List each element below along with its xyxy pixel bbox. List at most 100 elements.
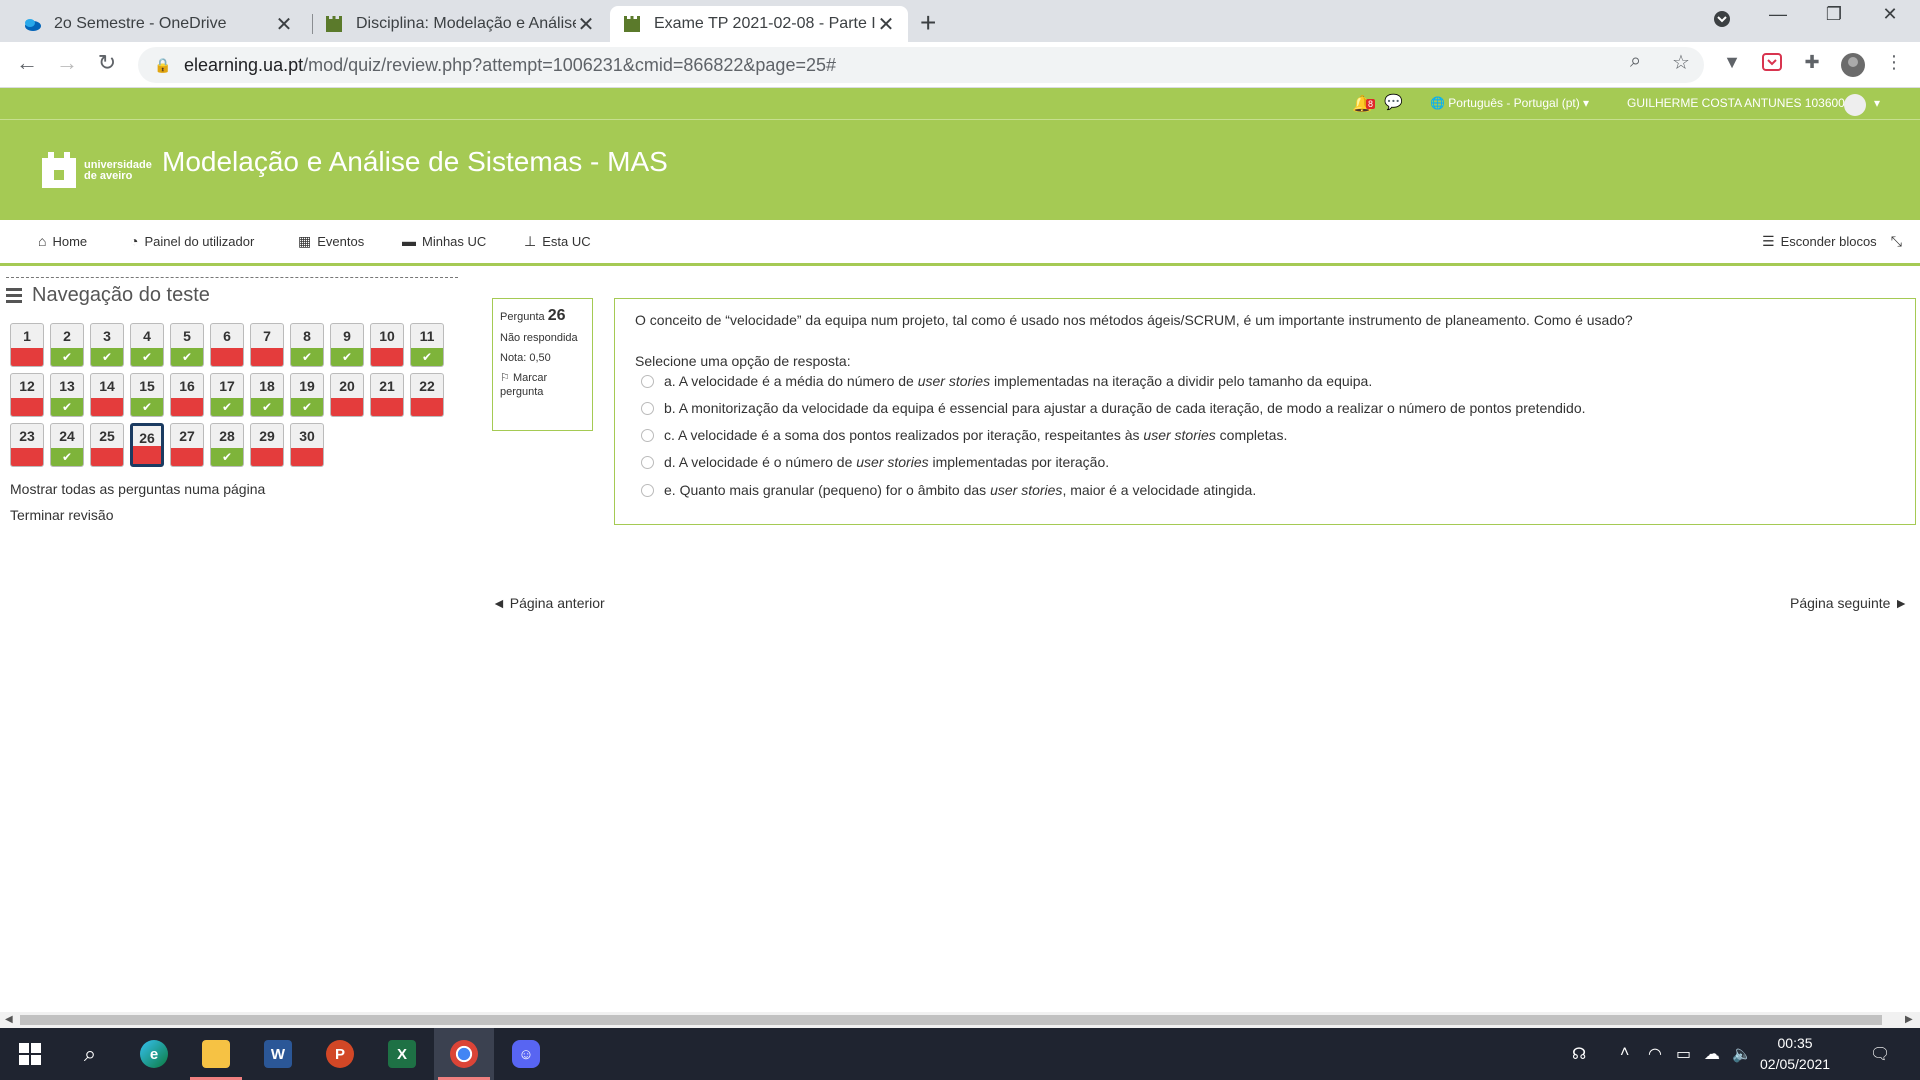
bookmark-star-icon[interactable]: ☆ [1672, 50, 1690, 75]
scrollbar-thumb[interactable] [20, 1015, 1882, 1025]
answer-option[interactable]: d. A velocidade é o número de user stori… [641, 454, 1109, 470]
question-nav-button[interactable]: 30 [290, 423, 324, 467]
scroll-right-icon[interactable]: ▶ [1905, 1014, 1913, 1025]
people-icon[interactable]: ☊ [1572, 1044, 1586, 1064]
volume-icon[interactable]: 🔈 [1732, 1044, 1752, 1064]
zoom-icon[interactable]: ⌕ [1630, 50, 1641, 73]
minimize-button[interactable]: — [1758, 4, 1798, 25]
profile-avatar-icon[interactable] [1840, 52, 1865, 77]
discord-taskbar-item[interactable]: ☺ [496, 1028, 556, 1080]
tab-course[interactable]: Disciplina: Modelação e Análise d ✕ [312, 6, 608, 42]
question-nav-button[interactable]: 27 [170, 423, 204, 467]
show-all-questions-link[interactable]: Mostrar todas as perguntas numa página [10, 481, 265, 497]
address-bar[interactable]: 🔒 elearning.ua.pt/mod/quiz/review.php?at… [138, 47, 1704, 83]
nav-events[interactable]: ▦ Eventos [298, 233, 364, 250]
chevron-up-icon[interactable]: ˄ [1620, 1044, 1629, 1062]
question-nav-button[interactable]: 1 [10, 323, 44, 367]
file-explorer-taskbar-item[interactable] [186, 1028, 246, 1080]
nav-dashboard[interactable]: ◔ Painel do utilizador [130, 233, 254, 249]
flag-question-button[interactable]: ⚐ Marcar pergunta [500, 371, 585, 399]
next-page-link[interactable]: Página seguinte ► [1790, 595, 1908, 611]
nav-this-course[interactable]: ⊥ Esta UC [524, 233, 591, 250]
question-nav-button[interactable]: 19 ✔ [290, 373, 324, 417]
reload-button[interactable]: ↻ [92, 50, 122, 76]
question-nav-button[interactable]: 25 [90, 423, 124, 467]
back-button[interactable]: ← [12, 50, 42, 76]
question-nav-button[interactable]: 6 [210, 323, 244, 367]
question-nav-button[interactable]: 17 ✔ [210, 373, 244, 417]
browser-menu-icon[interactable]: ⋮ [1882, 52, 1906, 76]
question-nav-button[interactable]: 8 ✔ [290, 323, 324, 367]
previous-page-link[interactable]: ◄ Página anterior [492, 595, 605, 611]
page-title[interactable]: Modelação e Análise de Sistemas - MAS [162, 146, 668, 178]
question-nav-button[interactable]: 26 [130, 423, 164, 467]
tab-search-icon[interactable] [1702, 10, 1742, 33]
hide-blocks-button[interactable]: ☰ Esconder blocos ⤡ [1762, 233, 1902, 250]
close-icon[interactable]: ✕ [576, 12, 596, 37]
tab-exam[interactable]: Exame TP 2021-02-08 - Parte I (E ✕ [610, 6, 908, 42]
question-nav-button[interactable]: 7 [250, 323, 284, 367]
answer-radio[interactable] [641, 428, 654, 442]
action-center-icon[interactable]: 🗨 [1870, 1044, 1890, 1064]
messages-icon[interactable]: 💬 [1384, 93, 1403, 111]
nav-home[interactable]: ⌂ Home [38, 233, 87, 249]
question-nav-button[interactable]: 9 ✔ [330, 323, 364, 367]
question-nav-button[interactable]: 12 [10, 373, 44, 417]
question-nav-button[interactable]: 3 ✔ [90, 323, 124, 367]
system-clock[interactable]: 00:35 02/05/2021 [1760, 1033, 1830, 1075]
restore-button[interactable]: ❐ [1814, 4, 1854, 25]
close-icon[interactable]: ✕ [274, 12, 294, 37]
question-nav-button[interactable]: 4 ✔ [130, 323, 164, 367]
edge-taskbar-item[interactable]: e [124, 1028, 184, 1080]
user-avatar[interactable] [1844, 94, 1866, 116]
answer-option[interactable]: b. A monitorização da velocidade da equi… [641, 400, 1586, 416]
answer-option[interactable]: e. Quanto mais granular (pequeno) for o … [641, 482, 1256, 498]
question-nav-button[interactable]: 16 [170, 373, 204, 417]
start-button[interactable] [0, 1028, 60, 1080]
horizontal-scrollbar[interactable]: ◀ ▶ [0, 1012, 1920, 1028]
question-nav-button[interactable]: 29 [250, 423, 284, 467]
answer-radio[interactable] [641, 374, 654, 388]
question-nav-button[interactable]: 20 [330, 373, 364, 417]
answer-radio[interactable] [641, 483, 654, 497]
hamburger-icon[interactable] [6, 285, 22, 306]
extension-v-icon[interactable]: ▼ [1720, 52, 1744, 76]
question-nav-button[interactable]: 21 [370, 373, 404, 417]
university-logo-icon[interactable] [42, 152, 76, 188]
question-nav-button[interactable]: 11 ✔ [410, 323, 444, 367]
tab-onedrive[interactable]: 2o Semestre - OneDrive ✕ [10, 6, 306, 42]
question-nav-button[interactable]: 14 [90, 373, 124, 417]
question-nav-button[interactable]: 23 [10, 423, 44, 467]
finish-review-link[interactable]: Terminar revisão [10, 507, 113, 523]
question-nav-button[interactable]: 5 ✔ [170, 323, 204, 367]
answer-option[interactable]: c. A velocidade é a soma dos pontos real… [641, 427, 1287, 443]
window-close-button[interactable]: ✕ [1870, 4, 1910, 25]
question-nav-button[interactable]: 2 ✔ [50, 323, 84, 367]
scroll-left-icon[interactable]: ◀ [5, 1014, 13, 1025]
word-taskbar-item[interactable]: W [248, 1028, 308, 1080]
new-tab-button[interactable]: + [920, 7, 936, 39]
question-nav-button[interactable]: 13 ✔ [50, 373, 84, 417]
onedrive-cloud-icon[interactable]: ☁ [1704, 1044, 1720, 1064]
user-name[interactable]: GUILHERME COSTA ANTUNES 103600 [1627, 96, 1845, 110]
answer-radio[interactable] [641, 401, 654, 415]
nav-my-courses[interactable]: ▬ Minhas UC [402, 233, 486, 249]
wifi-icon[interactable]: ◠ [1648, 1044, 1662, 1064]
language-menu[interactable]: 🌐 Português - Portugal (pt) ▾ [1430, 96, 1589, 110]
question-nav-button[interactable]: 10 [370, 323, 404, 367]
forward-button[interactable]: → [52, 50, 82, 76]
question-nav-button[interactable]: 15 ✔ [130, 373, 164, 417]
question-nav-button[interactable]: 18 ✔ [250, 373, 284, 417]
battery-icon[interactable]: ▭ [1676, 1044, 1691, 1064]
close-icon[interactable]: ✕ [876, 12, 896, 37]
answer-option[interactable]: a. A velocidade é a média do número de u… [641, 373, 1372, 389]
chrome-taskbar-item[interactable] [434, 1028, 494, 1080]
powerpoint-taskbar-item[interactable]: P [310, 1028, 370, 1080]
extension-pocket-icon[interactable] [1760, 52, 1784, 76]
excel-taskbar-item[interactable]: X [372, 1028, 432, 1080]
search-button[interactable]: ⌕ [60, 1028, 120, 1080]
question-nav-button[interactable]: 24 ✔ [50, 423, 84, 467]
answer-radio[interactable] [641, 455, 654, 469]
question-nav-button[interactable]: 22 [410, 373, 444, 417]
chevron-down-icon[interactable]: ▾ [1874, 96, 1880, 110]
